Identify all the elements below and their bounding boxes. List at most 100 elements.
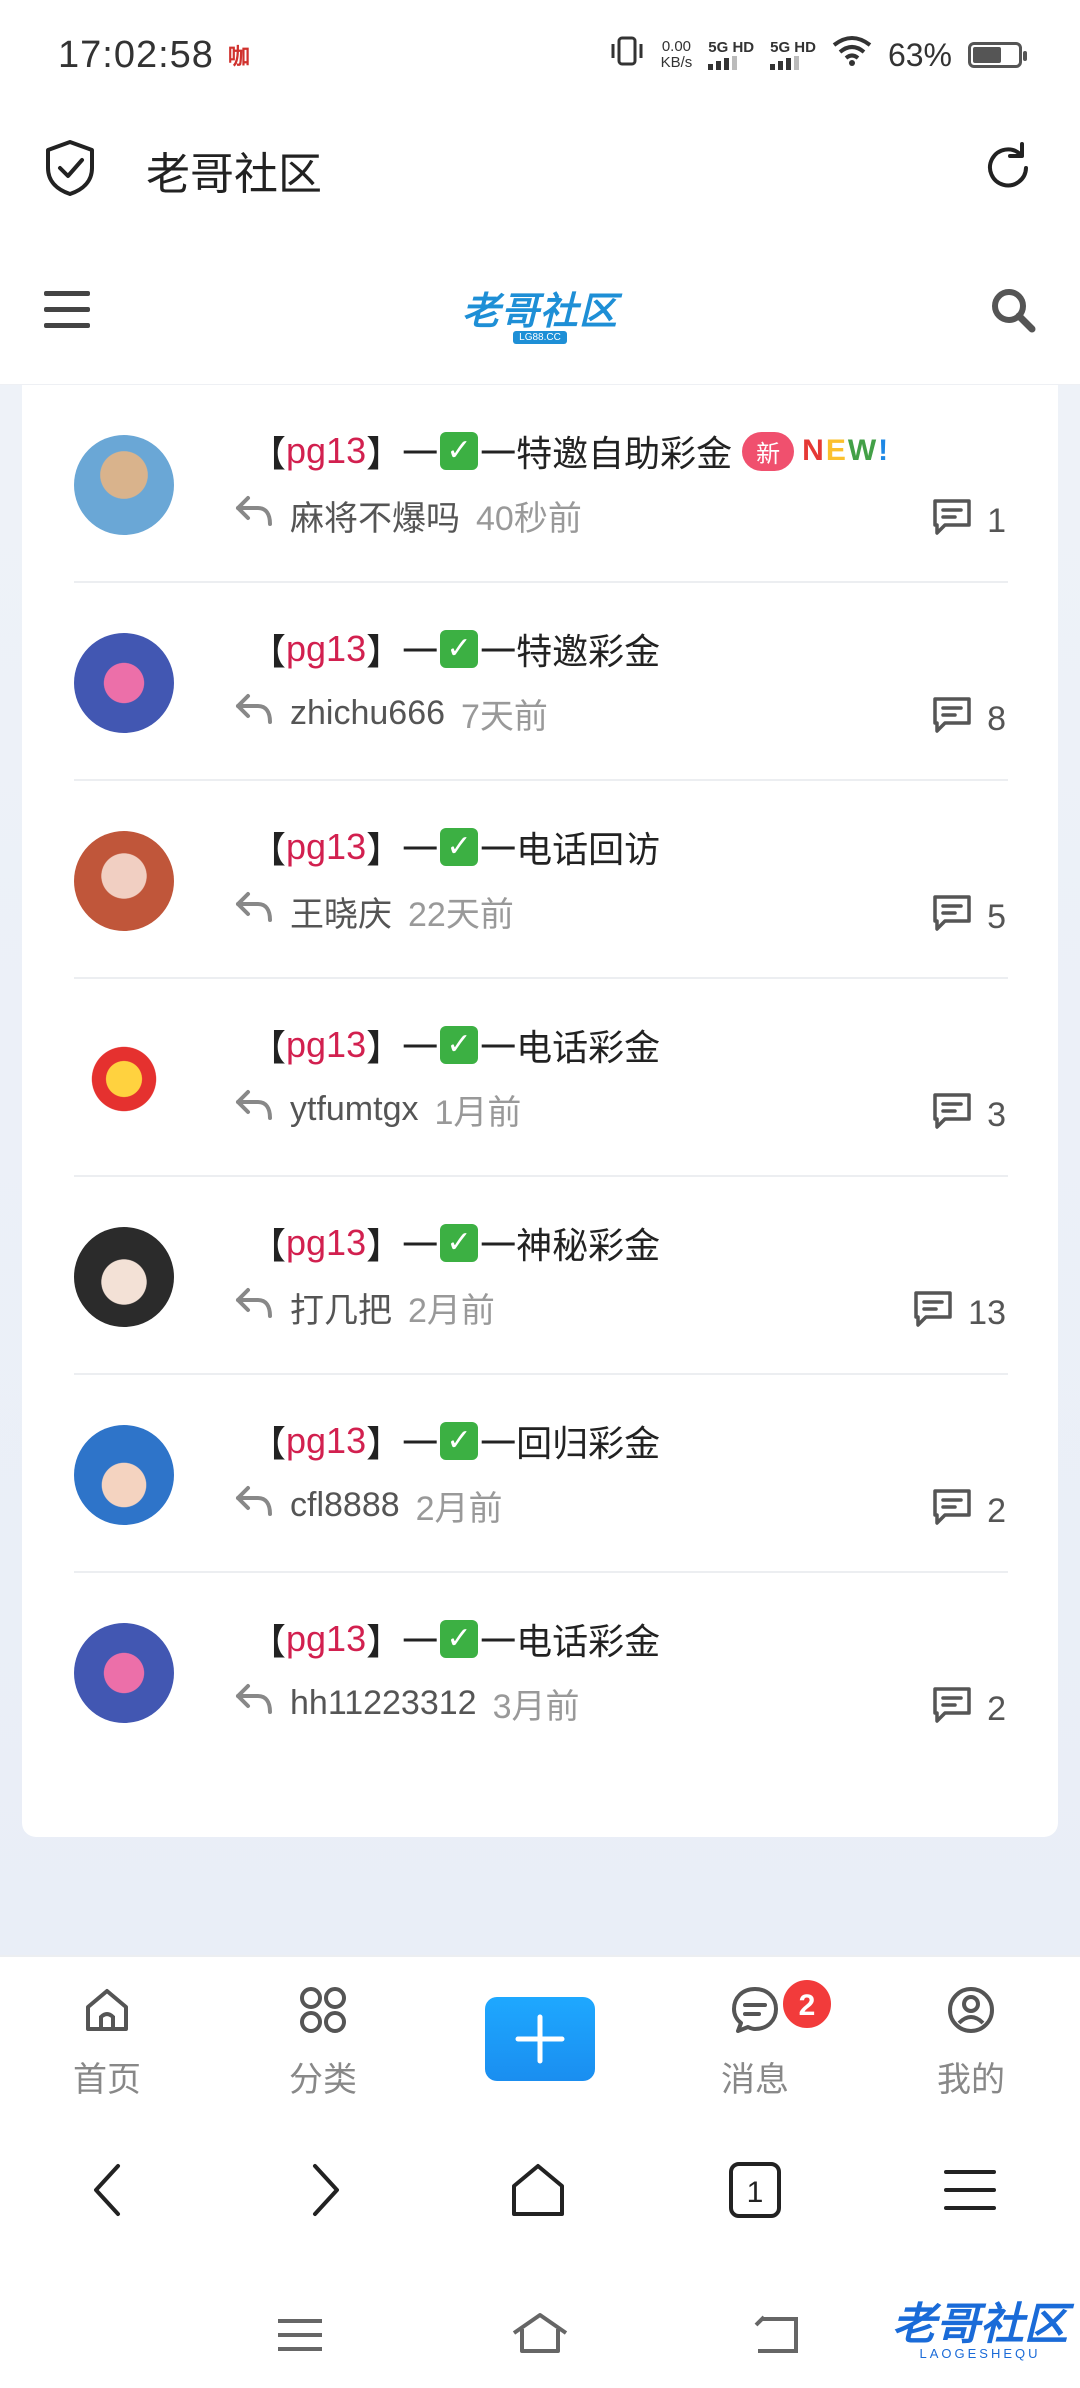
browser-toolbar: 1 xyxy=(0,2105,1080,2275)
home-browser-icon[interactable] xyxy=(508,2160,568,2225)
nav-category-label: 分类 xyxy=(289,2061,357,2099)
watermark-main: 老哥社区 xyxy=(892,2300,1068,2349)
reply-count-value: 8 xyxy=(987,700,1006,738)
tabs-button[interactable]: 1 xyxy=(725,2160,785,2225)
back-icon[interactable] xyxy=(88,2160,128,2225)
topic-time: 1月前 xyxy=(434,1094,522,1132)
net-speed-unit: KB/s xyxy=(660,54,693,71)
reply-count-value: 2 xyxy=(987,1690,1006,1728)
user-avatar[interactable] xyxy=(74,633,174,733)
watermark-sub: LAOGESHEQU xyxy=(919,2346,1041,2361)
comment-icon xyxy=(931,497,973,546)
topic-meta: ytfumtgx 1月前 xyxy=(234,1085,521,1134)
logo-subtext: LG88.CC xyxy=(513,331,567,344)
topic-author[interactable]: cfl8888 xyxy=(290,1486,400,1525)
topic-title[interactable]: 【pg13 】一 ✓ 一电话彩金 xyxy=(250,1019,660,1071)
signal-sim1-icon: 5G HD xyxy=(708,40,754,70)
topic-row[interactable]: 【pg13 】一 ✓ 一电话彩金 hh11223312 3月前 2 xyxy=(74,1573,1008,1771)
app-notification-icon: 咖 xyxy=(227,44,250,69)
topic-time: 7天前 xyxy=(461,698,548,736)
topic-title[interactable]: 【pg13 】一 ✓ 一特邀彩金 xyxy=(250,623,660,675)
topic-row[interactable]: 【pg13 】一 ✓ 一回归彩金 cfl8888 2月前 2 xyxy=(74,1375,1008,1573)
tabs-count: 1 xyxy=(747,2176,764,2209)
check-icon: ✓ xyxy=(440,1026,479,1064)
site-logo[interactable]: 老哥社区 LG88.CC xyxy=(462,280,618,344)
search-icon[interactable] xyxy=(988,285,1038,340)
topic-title[interactable]: 【pg13 】一 ✓ 一神秘彩金 xyxy=(250,1217,660,1269)
user-circle-icon xyxy=(946,1985,996,2044)
reload-icon[interactable] xyxy=(978,138,1038,203)
plus-icon xyxy=(515,2014,565,2064)
add-post-button[interactable] xyxy=(485,1997,595,2081)
system-home-icon[interactable] xyxy=(510,2311,570,2360)
net-speed-value: 0.00 xyxy=(661,38,692,55)
user-avatar[interactable] xyxy=(74,1227,174,1327)
topic-tag: pg13 xyxy=(286,1222,367,1263)
status-bar: 17:02:58 咖 0.00 KB/s 5G HD 5G HD 63% xyxy=(0,0,1080,110)
reply-count: 3 xyxy=(931,1091,1006,1140)
topic-meta: hh11223312 3月前 xyxy=(234,1679,580,1728)
check-icon: ✓ xyxy=(440,630,479,668)
nav-home[interactable]: 首页 xyxy=(42,1985,172,2101)
topic-author[interactable]: 王晓庆 xyxy=(290,887,392,936)
topic-row[interactable]: 【pg13 】一 ✓ 一特邀自助彩金新 NEW! 麻将不爆吗 40秒前 1 xyxy=(74,385,1008,583)
topic-meta: cfl8888 2月前 xyxy=(234,1481,503,1530)
menu-icon[interactable] xyxy=(42,287,92,338)
sim1-label: 5G HD xyxy=(708,39,755,56)
topic-row[interactable]: 【pg13 】一 ✓ 一特邀彩金 zhichu666 7天前 8 xyxy=(74,583,1008,781)
topic-author[interactable]: 麻将不爆吗 xyxy=(290,491,460,540)
nav-mine[interactable]: 我的 xyxy=(906,1985,1036,2101)
user-avatar[interactable] xyxy=(74,435,174,535)
reply-count: 1 xyxy=(931,497,1006,546)
user-avatar[interactable] xyxy=(74,1425,174,1525)
nav-category[interactable]: 分类 xyxy=(258,1985,388,2101)
topic-author[interactable]: ytfumtgx xyxy=(290,1090,418,1129)
new-sticker: NEW! xyxy=(802,434,891,467)
check-icon: ✓ xyxy=(440,432,479,470)
check-icon: ✓ xyxy=(440,1620,479,1658)
topic-row[interactable]: 【pg13 】一 ✓ 一电话回访 王晓庆 22天前 5 xyxy=(74,781,1008,979)
reply-count: 2 xyxy=(931,1685,1006,1734)
battery-icon xyxy=(968,42,1027,68)
reply-arrow-icon xyxy=(234,890,274,933)
topic-title[interactable]: 【pg13 】一 ✓ 一电话回访 xyxy=(250,821,660,873)
topic-row[interactable]: 【pg13 】一 ✓ 一神秘彩金 打几把 2月前 13 xyxy=(74,1177,1008,1375)
topic-title[interactable]: 【pg13 】一 ✓ 一电话彩金 xyxy=(250,1613,660,1665)
reply-count-value: 2 xyxy=(987,1492,1006,1530)
comment-icon xyxy=(931,893,973,942)
reply-count-value: 13 xyxy=(968,1294,1006,1332)
grid-icon xyxy=(298,1985,348,2044)
home-icon xyxy=(82,1985,132,2044)
forward-icon[interactable] xyxy=(305,2160,345,2225)
reply-arrow-icon xyxy=(234,1484,274,1527)
nav-mine-label: 我的 xyxy=(937,2061,1005,2099)
topic-tag: pg13 xyxy=(286,1618,367,1659)
topic-row[interactable]: 【pg13 】一 ✓ 一电话彩金 ytfumtgx 1月前 3 xyxy=(74,979,1008,1177)
topic-time: 40秒前 xyxy=(476,500,582,538)
topic-title[interactable]: 【pg13 】一 ✓ 一回归彩金 xyxy=(250,1415,660,1467)
user-avatar[interactable] xyxy=(74,831,174,931)
battery-fill xyxy=(973,47,1001,63)
reply-arrow-icon xyxy=(234,494,274,537)
system-back-icon[interactable] xyxy=(752,2313,802,2362)
topic-tag: pg13 xyxy=(286,430,367,471)
topic-author[interactable]: zhichu666 xyxy=(290,694,445,733)
user-avatar[interactable] xyxy=(74,1029,174,1129)
topic-author[interactable]: hh11223312 xyxy=(290,1684,477,1723)
topic-list: 【pg13 】一 ✓ 一特邀自助彩金新 NEW! 麻将不爆吗 40秒前 1 【pg13 】一 ✓ 一特… xyxy=(22,385,1058,1837)
topic-title[interactable]: 【pg13 】一 ✓ 一特邀自助彩金新 NEW! xyxy=(250,425,890,477)
browser-menu-icon[interactable] xyxy=(942,2160,998,2225)
topic-tag: pg13 xyxy=(286,1024,367,1065)
user-avatar[interactable] xyxy=(74,1623,174,1723)
reply-arrow-icon xyxy=(234,1088,274,1131)
topic-author[interactable]: 打几把 xyxy=(290,1283,392,1332)
system-menu-icon[interactable] xyxy=(276,2315,324,2360)
topic-meta: zhichu666 7天前 xyxy=(234,689,548,738)
topic-tag: pg13 xyxy=(286,1420,367,1461)
reply-count-value: 3 xyxy=(987,1096,1006,1134)
reply-arrow-icon xyxy=(234,692,274,735)
browser-title-bar: 老哥社区 xyxy=(0,110,1080,230)
nav-messages-label: 消息 xyxy=(721,2061,789,2099)
brand-watermark: 老哥社区 LAOGESHEQU xyxy=(892,2288,1068,2361)
shield-check-icon[interactable] xyxy=(42,138,98,203)
